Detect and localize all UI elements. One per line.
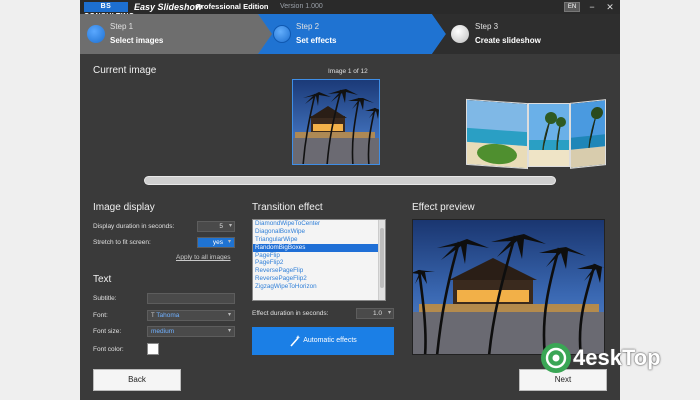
font-select[interactable]: T Tahoma ▾ — [147, 310, 235, 321]
current-image-heading: Current image — [93, 65, 157, 76]
step-1-number: Step 1 — [110, 22, 134, 31]
close-button[interactable]: ✕ — [604, 1, 616, 13]
font-size-label: Font size: — [93, 328, 122, 335]
step-3[interactable]: Step 3 Create slideshow — [435, 14, 620, 54]
chevron-down-icon: ▾ — [227, 328, 231, 334]
text-heading: Text — [93, 274, 112, 285]
image-strip-scrollbar[interactable] — [144, 176, 556, 185]
app-edition: Professional Edition — [196, 2, 269, 11]
minimize-button[interactable]: − — [586, 1, 598, 13]
app-window: BS CONSULTING Easy Slideshow Professiona… — [80, 0, 620, 400]
effect-duration-value: 1.0 — [372, 310, 382, 317]
font-label: Font: — [93, 312, 108, 319]
step-2-indicator — [273, 25, 291, 43]
subtitle-label: Subtitle: — [93, 295, 117, 302]
transition-item[interactable]: ReversePageFlip2 — [253, 275, 385, 283]
magic-wand-icon — [290, 335, 301, 347]
chevron-down-icon: ▾ — [227, 239, 231, 245]
stack-image-3[interactable] — [570, 99, 606, 169]
app-logo: BS CONSULTING — [84, 2, 134, 20]
step-3-name: Create slideshow — [475, 36, 541, 45]
watermark-logo-icon — [541, 343, 571, 373]
transition-item[interactable]: TriangularWipe — [253, 236, 385, 244]
display-duration-label: Display duration in seconds: — [93, 223, 175, 230]
image-counter: Image 1 of 12 — [328, 68, 368, 75]
stretch-value: yes — [212, 239, 223, 246]
font-color-label: Font color: — [93, 346, 124, 353]
transition-item[interactable]: DiamondWipeToCenter — [253, 220, 385, 228]
step-1[interactable]: Step 1 Select images — [80, 14, 260, 54]
stack-image-1[interactable] — [466, 98, 528, 170]
stepper-arrows-icon[interactable]: ▾ — [229, 222, 232, 231]
beach-day-image — [467, 99, 528, 170]
stretch-select[interactable]: yes ▾ — [197, 237, 235, 248]
back-button[interactable]: Back — [93, 369, 181, 391]
apply-to-all-link[interactable]: Apply to all images — [176, 254, 231, 262]
palm-beach-image — [529, 104, 569, 166]
step-1-indicator — [87, 25, 105, 43]
app-version: Version 1.000 — [280, 3, 323, 10]
effect-preview-image — [412, 219, 605, 355]
step-2-number: Step 2 — [296, 22, 320, 31]
watermark-text: 4eskTop — [573, 345, 661, 370]
effect-preview-heading: Effect preview — [412, 202, 475, 213]
image-display-heading: Image display — [93, 202, 155, 213]
step-2[interactable]: Step 2 Set effects — [260, 14, 435, 54]
font-value: Tahoma — [156, 312, 180, 319]
language-button[interactable]: EN — [564, 2, 580, 12]
step-2-name: Set effects — [296, 36, 337, 45]
transition-item[interactable]: PageFlip — [253, 252, 385, 260]
automatic-effects-button[interactable]: Automatic effects — [252, 327, 394, 355]
watermark: 4eskTop — [541, 340, 681, 376]
transition-item[interactable]: PageFlip2 — [253, 259, 385, 267]
transition-heading: Transition effect — [252, 202, 323, 213]
desktop-left-margin — [0, 0, 80, 400]
app-title: Easy Slideshow — [134, 2, 203, 12]
transition-list-scroll-thumb[interactable] — [380, 228, 384, 288]
beach-night-image — [293, 80, 379, 164]
font-color-picker[interactable] — [147, 343, 159, 355]
transition-list-scrollbar[interactable] — [378, 220, 385, 300]
step-1-name: Select images — [110, 36, 164, 45]
image-strip-scroll-thumb[interactable] — [145, 177, 555, 184]
transition-item[interactable]: RandomBigBoxes — [253, 243, 385, 252]
stack-image-2[interactable] — [528, 103, 570, 167]
step-3-indicator — [451, 25, 469, 43]
subtitle-input[interactable] — [147, 293, 235, 304]
display-duration-stepper[interactable]: 5 ▾ — [197, 221, 235, 232]
font-size-value: medium — [151, 328, 175, 335]
current-image-thumbnail[interactable] — [292, 79, 380, 165]
beach-night-preview — [413, 220, 604, 354]
title-bar: BS CONSULTING Easy Slideshow Professiona… — [80, 0, 620, 20]
tropical-shore-image — [571, 100, 606, 169]
transition-items: DiamondWipeToCenter DiagonalBoxWipe Triang… — [253, 220, 385, 291]
step-3-number: Step 3 — [475, 22, 499, 31]
transition-list[interactable]: DiamondWipeToCenter DiagonalBoxWipe Triang… — [252, 219, 386, 301]
transition-item[interactable]: ZigzagWipeToHorizon — [253, 283, 385, 291]
effect-duration-stepper[interactable]: 1.0 ▾ — [356, 308, 394, 319]
display-duration-value: 5 — [219, 223, 223, 230]
transition-item[interactable]: ReversePageFlip — [253, 267, 385, 275]
chevron-down-icon: ▾ — [227, 312, 231, 318]
watermark-logo-glyph — [545, 347, 567, 369]
stretch-label: Stretch to fit screen: — [93, 239, 151, 246]
transition-item[interactable]: DiagonalBoxWipe — [253, 228, 385, 236]
effect-duration-label: Effect duration in seconds: — [252, 310, 329, 317]
stepper-arrows-icon[interactable]: ▾ — [388, 309, 391, 318]
font-size-select[interactable]: medium ▾ — [147, 326, 235, 337]
wizard-steps: Step 1 Select images Step 2 Set effects … — [80, 14, 620, 54]
